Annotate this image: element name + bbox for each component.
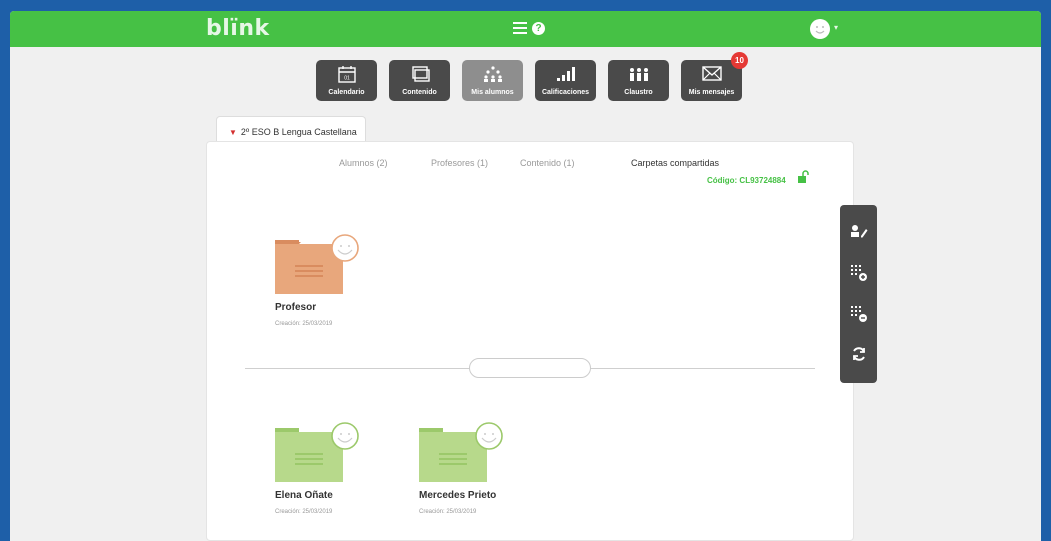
staff-icon xyxy=(629,68,648,81)
toolbar-calificaciones-button[interactable]: Calificaciones xyxy=(535,60,596,101)
toolbar-claustro-button[interactable]: Claustro xyxy=(608,60,669,101)
toolbar-label: Contenido xyxy=(402,89,437,96)
content-icon xyxy=(411,66,430,82)
folder-date: Creación: 25/03/2019 xyxy=(419,509,477,515)
tab-profesores[interactable]: Profesores (1) xyxy=(431,158,488,168)
edit-user-icon xyxy=(850,225,867,238)
toolbar-calendario-button[interactable]: 01 Calendario xyxy=(316,60,377,101)
folder-date: Creación: 25/03/2019 xyxy=(275,509,333,515)
tab-contenido[interactable]: Contenido (1) xyxy=(520,158,575,168)
folder-name: Elena Oñate xyxy=(275,490,333,501)
course-tab[interactable]: ▼ 2º ESO B Lengua Castellana xyxy=(216,116,366,144)
calendar-icon: 01 xyxy=(337,66,356,83)
tab-carpetas-compartidas[interactable]: Carpetas compartidas xyxy=(631,158,719,168)
add-grid-icon xyxy=(850,265,867,281)
help-icon[interactable]: ? xyxy=(532,22,545,35)
folder-date: Creación: 25/03/2019 xyxy=(275,321,333,327)
remove-grid-icon xyxy=(850,306,867,322)
toolbar-label: Calendario xyxy=(328,89,365,96)
add-grid-button[interactable] xyxy=(840,254,877,291)
tab-alumnos[interactable]: Alumnos (2) xyxy=(339,158,388,168)
toolbar-mis-alumnos-button[interactable]: Mis alumnos xyxy=(462,60,523,101)
top-bar: blïnk ? ▾ xyxy=(10,11,1041,47)
folder-student[interactable]: Mercedes Prieto Creación: 25/03/2019 xyxy=(419,414,539,515)
app-logo[interactable]: blïnk xyxy=(206,16,270,41)
edit-user-button[interactable] xyxy=(840,213,877,250)
toolbar-label: Mis mensajes xyxy=(688,89,735,96)
content-panel: Alumnos (2) Profesores (1) Contenido (1)… xyxy=(206,141,854,541)
app-frame: blïnk ? ▾ 01 Calendario Contenido Mis al… xyxy=(10,11,1041,541)
calendar-day: 01 xyxy=(344,76,350,82)
folder-name: Profesor xyxy=(275,302,317,313)
students-icon xyxy=(483,66,502,82)
caret-down-icon: ▼ xyxy=(229,128,237,137)
toolbar-mis-mensajes-button[interactable]: Mis mensajes 10 xyxy=(681,52,748,101)
folder-name: Mercedes Prieto xyxy=(419,490,497,501)
toolbar-label: Mis alumnos xyxy=(471,89,514,96)
toolbar-label: Claustro xyxy=(624,89,653,96)
toolbar-contenido-button[interactable]: Contenido xyxy=(389,60,450,101)
hamburger-icon[interactable] xyxy=(513,22,527,34)
unlock-icon[interactable] xyxy=(797,170,809,184)
user-avatar[interactable] xyxy=(810,19,830,39)
course-tab-label: 2º ESO B Lengua Castellana xyxy=(240,127,357,137)
grades-icon xyxy=(556,67,575,81)
class-code: Código: CL93724884 xyxy=(707,176,786,185)
mail-icon xyxy=(701,66,722,81)
refresh-icon xyxy=(852,347,865,361)
side-toolbar xyxy=(840,205,877,383)
folder-icon xyxy=(419,414,509,482)
toolbar-label: Calificaciones xyxy=(541,89,590,96)
chevron-down-icon[interactable]: ▾ xyxy=(834,23,838,32)
search-input[interactable] xyxy=(469,358,591,378)
remove-grid-button[interactable] xyxy=(840,295,877,332)
folder-icon xyxy=(275,226,365,294)
folder-student[interactable]: Elena Oñate Creación: 25/03/2019 xyxy=(275,414,395,515)
unread-messages-badge: 10 xyxy=(731,52,748,69)
folder-icon xyxy=(275,414,365,482)
refresh-button[interactable] xyxy=(840,336,877,373)
folder-profesor[interactable]: Profesor Creación: 25/03/2019 xyxy=(275,226,395,327)
